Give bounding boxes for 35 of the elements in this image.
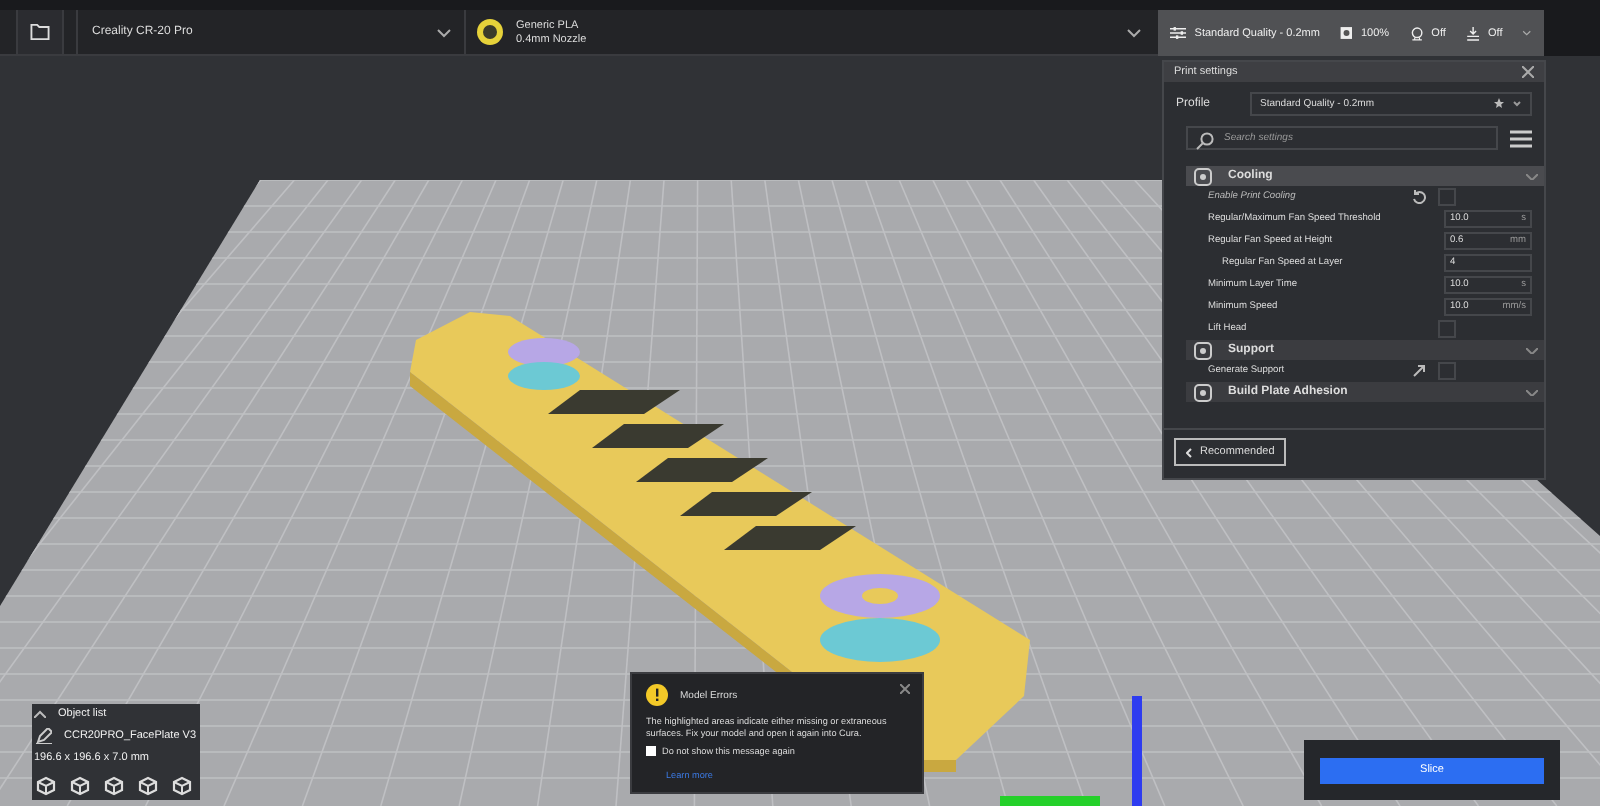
setting-checkbox[interactable] [1438, 188, 1456, 206]
category-icon [1194, 167, 1212, 185]
chevron-icon [436, 27, 452, 37]
setting-checkbox[interactable] [1438, 362, 1456, 380]
chevron-icon [1126, 27, 1142, 37]
open-file-button[interactable] [16, 10, 64, 54]
warning-icon [646, 684, 668, 706]
collapse-icon [1526, 347, 1538, 353]
pencil-icon [36, 728, 52, 744]
view-cube-icon[interactable] [36, 776, 56, 796]
view-cube-icon[interactable] [104, 776, 124, 796]
reset-icon[interactable] [1412, 190, 1426, 204]
sliders-icon [1170, 22, 1187, 44]
star-chevron-icon [1494, 98, 1522, 110]
infill-icon [1339, 22, 1353, 44]
close-icon[interactable] [900, 684, 910, 694]
search-icon [1196, 132, 1214, 150]
view-cube-icon[interactable] [70, 776, 90, 796]
chevron-left-icon [1186, 447, 1192, 457]
close-icon[interactable] [1522, 66, 1534, 78]
caret-icon [34, 710, 46, 718]
chevron-icon [1522, 28, 1533, 38]
category-icon [1194, 341, 1212, 359]
folder-icon [30, 20, 50, 44]
checkbox[interactable] [646, 745, 656, 756]
extruder-icon [476, 18, 504, 46]
setting-checkbox[interactable] [1438, 320, 1456, 338]
category-icon [1194, 383, 1212, 401]
adhesion-icon [1465, 21, 1481, 45]
view-cube-icon[interactable] [138, 776, 158, 796]
collapse-icon [1526, 389, 1538, 395]
menu-icon[interactable] [1510, 129, 1532, 147]
view-cube-icon[interactable] [172, 776, 192, 796]
collapse-icon [1526, 173, 1538, 179]
support-icon [1409, 21, 1424, 45]
